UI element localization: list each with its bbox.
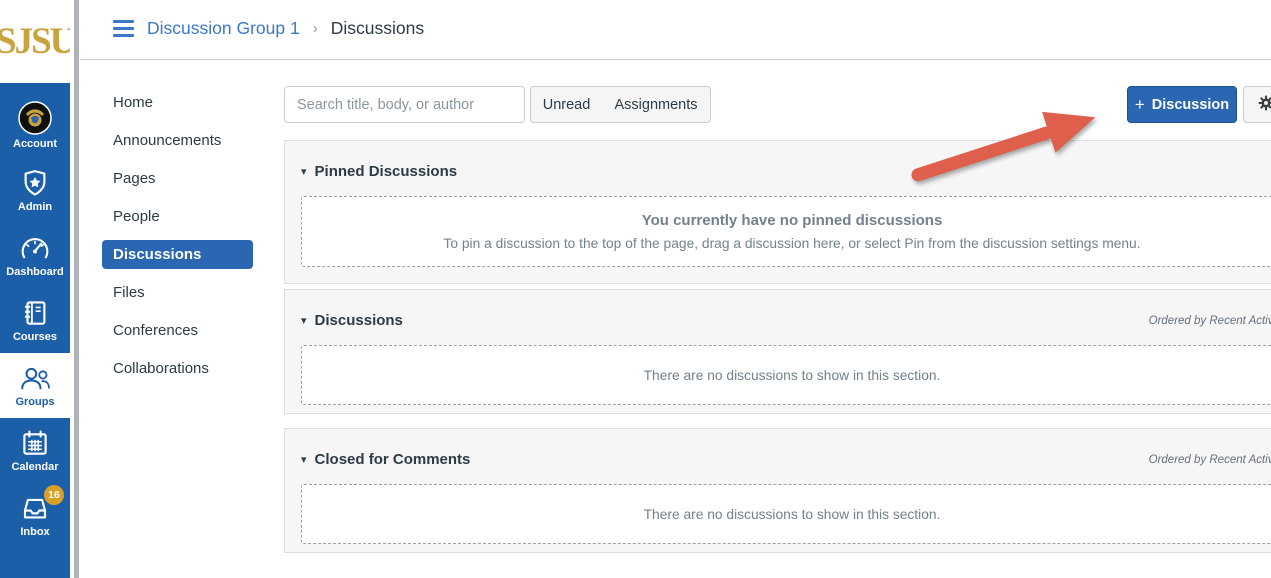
ordered-by-label: Ordered by Recent Activity bbox=[1149, 315, 1271, 327]
course-nav-home[interactable]: Home bbox=[113, 90, 283, 115]
empty-state-body: There are no discussions to show in this… bbox=[644, 507, 941, 522]
global-nav-account[interactable]: Account bbox=[0, 93, 70, 158]
groups-people-icon bbox=[18, 363, 52, 393]
breadcrumb-current: Discussions bbox=[331, 18, 424, 39]
global-nav-label: Account bbox=[13, 138, 57, 150]
breadcrumb-separator: › bbox=[313, 20, 318, 37]
course-nav-files[interactable]: Files bbox=[113, 280, 283, 305]
empty-state-body: To pin a discussion to the top of the pa… bbox=[443, 236, 1140, 251]
section-header: ▾ Pinned Discussions bbox=[285, 141, 1271, 180]
inbox-tray-icon: 16 bbox=[20, 493, 50, 523]
account-avatar bbox=[18, 101, 52, 135]
empty-state-body: There are no discussions to show in this… bbox=[644, 368, 941, 383]
section-header: ▾ Discussions bbox=[285, 290, 1271, 329]
global-nav-calendar[interactable]: Calendar bbox=[0, 418, 70, 483]
discussions-panel: ▾ Pinned Discussions You currently have … bbox=[284, 140, 1271, 553]
discussions-empty-dropzone[interactable]: There are no discussions to show in this… bbox=[301, 345, 1271, 405]
section-title: Pinned Discussions bbox=[315, 163, 458, 180]
course-nav-pages[interactable]: Pages bbox=[113, 166, 283, 191]
calendar-icon bbox=[20, 428, 50, 458]
collapse-arrow-icon[interactable]: ▾ bbox=[301, 453, 307, 466]
plus-icon: + bbox=[1135, 95, 1145, 115]
hamburger-menu-icon[interactable] bbox=[113, 20, 134, 37]
global-nav: SJSU Account bbox=[0, 0, 70, 578]
shield-star-icon bbox=[20, 168, 50, 198]
empty-state-title: You currently have no pinned discussions bbox=[642, 212, 943, 229]
breadcrumb-group-link[interactable]: Discussion Group 1 bbox=[147, 18, 300, 39]
window-divider bbox=[74, 0, 79, 578]
section-header: ▾ Closed for Comments bbox=[285, 429, 1271, 468]
unread-filter-button[interactable]: Unread bbox=[530, 86, 603, 123]
settings-gear-button[interactable] bbox=[1243, 86, 1271, 123]
ordered-by-label: Ordered by Recent Activity bbox=[1149, 454, 1271, 466]
global-nav-admin[interactable]: Admin bbox=[0, 158, 70, 223]
collapse-arrow-icon[interactable]: ▾ bbox=[301, 314, 307, 327]
breadcrumb: Discussion Group 1 › Discussions bbox=[113, 18, 424, 39]
header-divider bbox=[80, 59, 1271, 60]
logout-arrow-icon bbox=[20, 575, 50, 578]
sjsu-logo-text: SJSU bbox=[0, 20, 70, 63]
canvas-discussions-page: SJSU Account bbox=[0, 0, 1271, 578]
global-nav-inbox[interactable]: 16 Inbox bbox=[0, 483, 70, 548]
global-nav-courses[interactable]: Courses bbox=[0, 288, 70, 353]
book-icon bbox=[20, 298, 50, 328]
global-nav-label: Courses bbox=[13, 331, 57, 343]
global-nav-logout[interactable] bbox=[0, 556, 70, 578]
add-discussion-label: Discussion bbox=[1152, 97, 1229, 113]
add-discussion-button[interactable]: + Discussion bbox=[1127, 86, 1237, 123]
course-nav-discussions[interactable]: Discussions bbox=[113, 242, 283, 267]
global-nav-label: Calendar bbox=[11, 461, 58, 473]
course-nav-people[interactable]: People bbox=[113, 204, 283, 229]
closed-for-comments-section: ▾ Closed for Comments Ordered by Recent … bbox=[284, 428, 1271, 553]
discussions-section: ▾ Discussions Ordered by Recent Activity… bbox=[284, 289, 1271, 414]
pinned-discussions-section: ▾ Pinned Discussions You currently have … bbox=[284, 140, 1271, 284]
course-nav-conferences[interactable]: Conferences bbox=[113, 318, 283, 343]
course-nav-announcements[interactable]: Announcements bbox=[113, 128, 283, 153]
gauge-icon bbox=[19, 233, 51, 263]
assignments-filter-button[interactable]: Assignments bbox=[602, 86, 711, 123]
inbox-unread-badge: 16 bbox=[44, 485, 64, 505]
search-input[interactable] bbox=[284, 86, 525, 123]
section-title: Closed for Comments bbox=[315, 451, 471, 468]
global-nav-dashboard[interactable]: Dashboard bbox=[0, 223, 70, 288]
collapse-arrow-icon[interactable]: ▾ bbox=[301, 165, 307, 178]
gear-icon bbox=[1257, 94, 1271, 115]
global-nav-label: Groups bbox=[15, 396, 54, 408]
global-nav-groups[interactable]: Groups bbox=[0, 353, 70, 418]
closed-empty-dropzone[interactable]: There are no discussions to show in this… bbox=[301, 484, 1271, 544]
pinned-empty-dropzone[interactable]: You currently have no pinned discussions… bbox=[301, 196, 1271, 267]
global-nav-label: Inbox bbox=[20, 526, 49, 538]
course-nav-collaborations[interactable]: Collaborations bbox=[113, 356, 283, 381]
global-nav-label: Dashboard bbox=[6, 266, 63, 278]
section-title: Discussions bbox=[315, 312, 403, 329]
course-nav: Home Announcements Pages People Discussi… bbox=[113, 90, 283, 394]
sjsu-logo[interactable]: SJSU bbox=[0, 0, 70, 83]
global-nav-items: Account Admin bbox=[0, 83, 70, 578]
global-nav-label: Admin bbox=[18, 201, 52, 213]
